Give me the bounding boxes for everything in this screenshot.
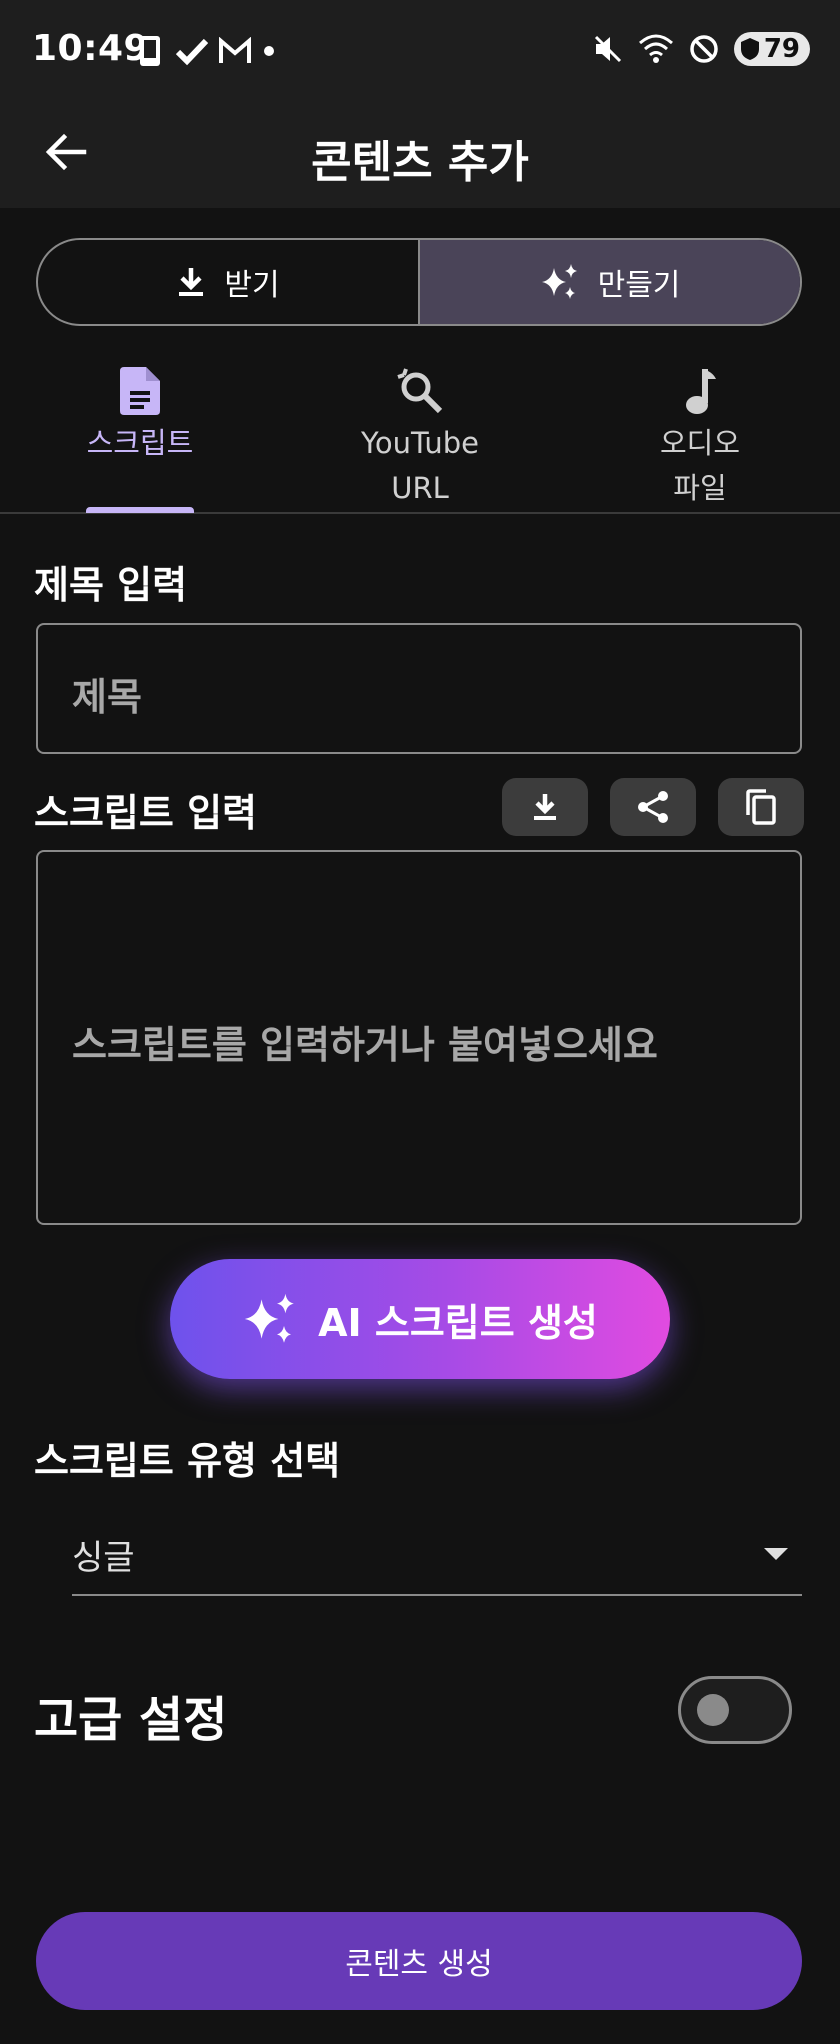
phone-icon: [140, 36, 160, 66]
check-icon: [176, 38, 208, 66]
script-section-label: 스크립트 입력: [34, 791, 257, 835]
tab-script[interactable]: 스크립트: [0, 340, 280, 512]
copy-icon: [746, 789, 776, 825]
title-placeholder: 제목: [72, 675, 142, 719]
tab-audio-file[interactable]: 오디오파일: [560, 340, 840, 512]
share-icon: [638, 791, 668, 823]
wifi-icon: [638, 34, 673, 63]
advanced-settings-label: 고급 설정: [34, 1692, 228, 1748]
ai-script-generate-button[interactable]: AI 스크립트 생성: [170, 1259, 670, 1379]
segment-create[interactable]: 만들기: [418, 240, 800, 324]
share-button[interactable]: [610, 778, 696, 836]
segment-receive-label: 받기: [224, 268, 280, 303]
ai-script-generate-label: AI 스크립트 생성: [318, 1300, 598, 1345]
title-input[interactable]: 제목: [36, 623, 802, 754]
status-time: 10:49: [32, 28, 150, 69]
shield-icon: [740, 38, 759, 60]
tab-script-label: 스크립트: [86, 426, 194, 460]
script-placeholder: 스크립트를 입력하거나 붙여넣으세요: [72, 1023, 658, 1067]
tab-youtube-label-line2: URL: [391, 471, 449, 505]
toggle-knob: [697, 1694, 729, 1726]
segment-create-label: 만들기: [597, 268, 681, 303]
segment-receive[interactable]: 받기: [38, 240, 418, 324]
battery-level: 79: [763, 34, 800, 64]
copy-button[interactable]: [718, 778, 804, 836]
app-bar: 콘텐츠 추가: [0, 100, 840, 208]
advanced-settings-toggle[interactable]: [678, 1676, 792, 1744]
sparkle-icon: [541, 264, 577, 299]
status-bar: 10:49 79: [0, 0, 840, 100]
dnd-icon: [690, 35, 718, 63]
dropdown-arrow-icon: [764, 1548, 788, 1560]
download-icon: [534, 794, 556, 820]
tab-audio-label-line2: 파일: [673, 471, 727, 505]
battery-indicator: 79: [733, 32, 810, 66]
script-type-value: 싱글: [72, 1538, 135, 1578]
source-tabs: 스크립트 YouTube URL 오디오파일: [0, 340, 840, 514]
tab-audio-label-line1: 오디오: [659, 426, 741, 460]
active-tab-indicator: [86, 507, 194, 513]
page-title: 콘텐츠 추가: [311, 137, 529, 188]
create-content-button[interactable]: 콘텐츠 생성: [36, 1912, 802, 2010]
document-icon: [120, 367, 160, 415]
tab-youtube-url[interactable]: YouTube URL: [280, 340, 560, 512]
gmail-icon: [219, 37, 251, 63]
tab-youtube-label-line1: YouTube: [361, 426, 479, 460]
search-refresh-icon: [397, 368, 443, 414]
create-content-label: 콘텐츠 생성: [345, 1947, 493, 1982]
title-section-label: 제목 입력: [34, 563, 188, 607]
download-icon: [179, 268, 204, 296]
mode-segmented-control: 받기 만들기: [36, 238, 802, 326]
sparkle-icon: [244, 1293, 294, 1343]
music-note-icon: [686, 369, 716, 414]
script-type-label: 스크립트 유형 선택: [34, 1439, 341, 1483]
download-button[interactable]: [502, 778, 588, 836]
mute-icon: [594, 35, 621, 63]
script-type-dropdown[interactable]: 싱글: [72, 1514, 802, 1596]
script-textarea[interactable]: 스크립트를 입력하거나 붙여넣으세요: [36, 850, 802, 1225]
dot-icon: [264, 46, 274, 56]
